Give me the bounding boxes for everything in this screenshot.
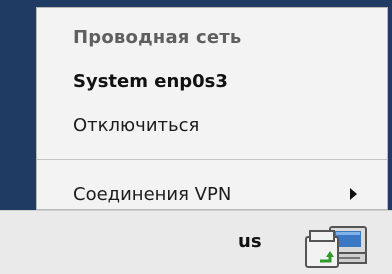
network-menu: Проводная сеть System enp0s3 Отключиться… — [36, 7, 388, 210]
disconnect-item[interactable]: Отключиться — [37, 104, 387, 146]
menu-section-header: Проводная сеть — [37, 16, 387, 58]
disconnect-label: Отключиться — [73, 114, 200, 136]
connection-label: System enp0s3 — [73, 70, 228, 92]
vpn-label: Соединения VPN — [73, 183, 232, 205]
submenu-arrow-icon — [350, 188, 357, 200]
menu-separator — [37, 159, 387, 160]
wired-network-label: Проводная сеть — [73, 26, 242, 48]
keyboard-layout-indicator[interactable]: us — [238, 231, 262, 252]
connection-item[interactable]: System enp0s3 — [37, 60, 387, 102]
vpn-connections-item[interactable]: Соединения VPN — [37, 173, 387, 215]
network-wired-icon[interactable] — [300, 221, 392, 273]
taskbar: us — [0, 210, 392, 274]
